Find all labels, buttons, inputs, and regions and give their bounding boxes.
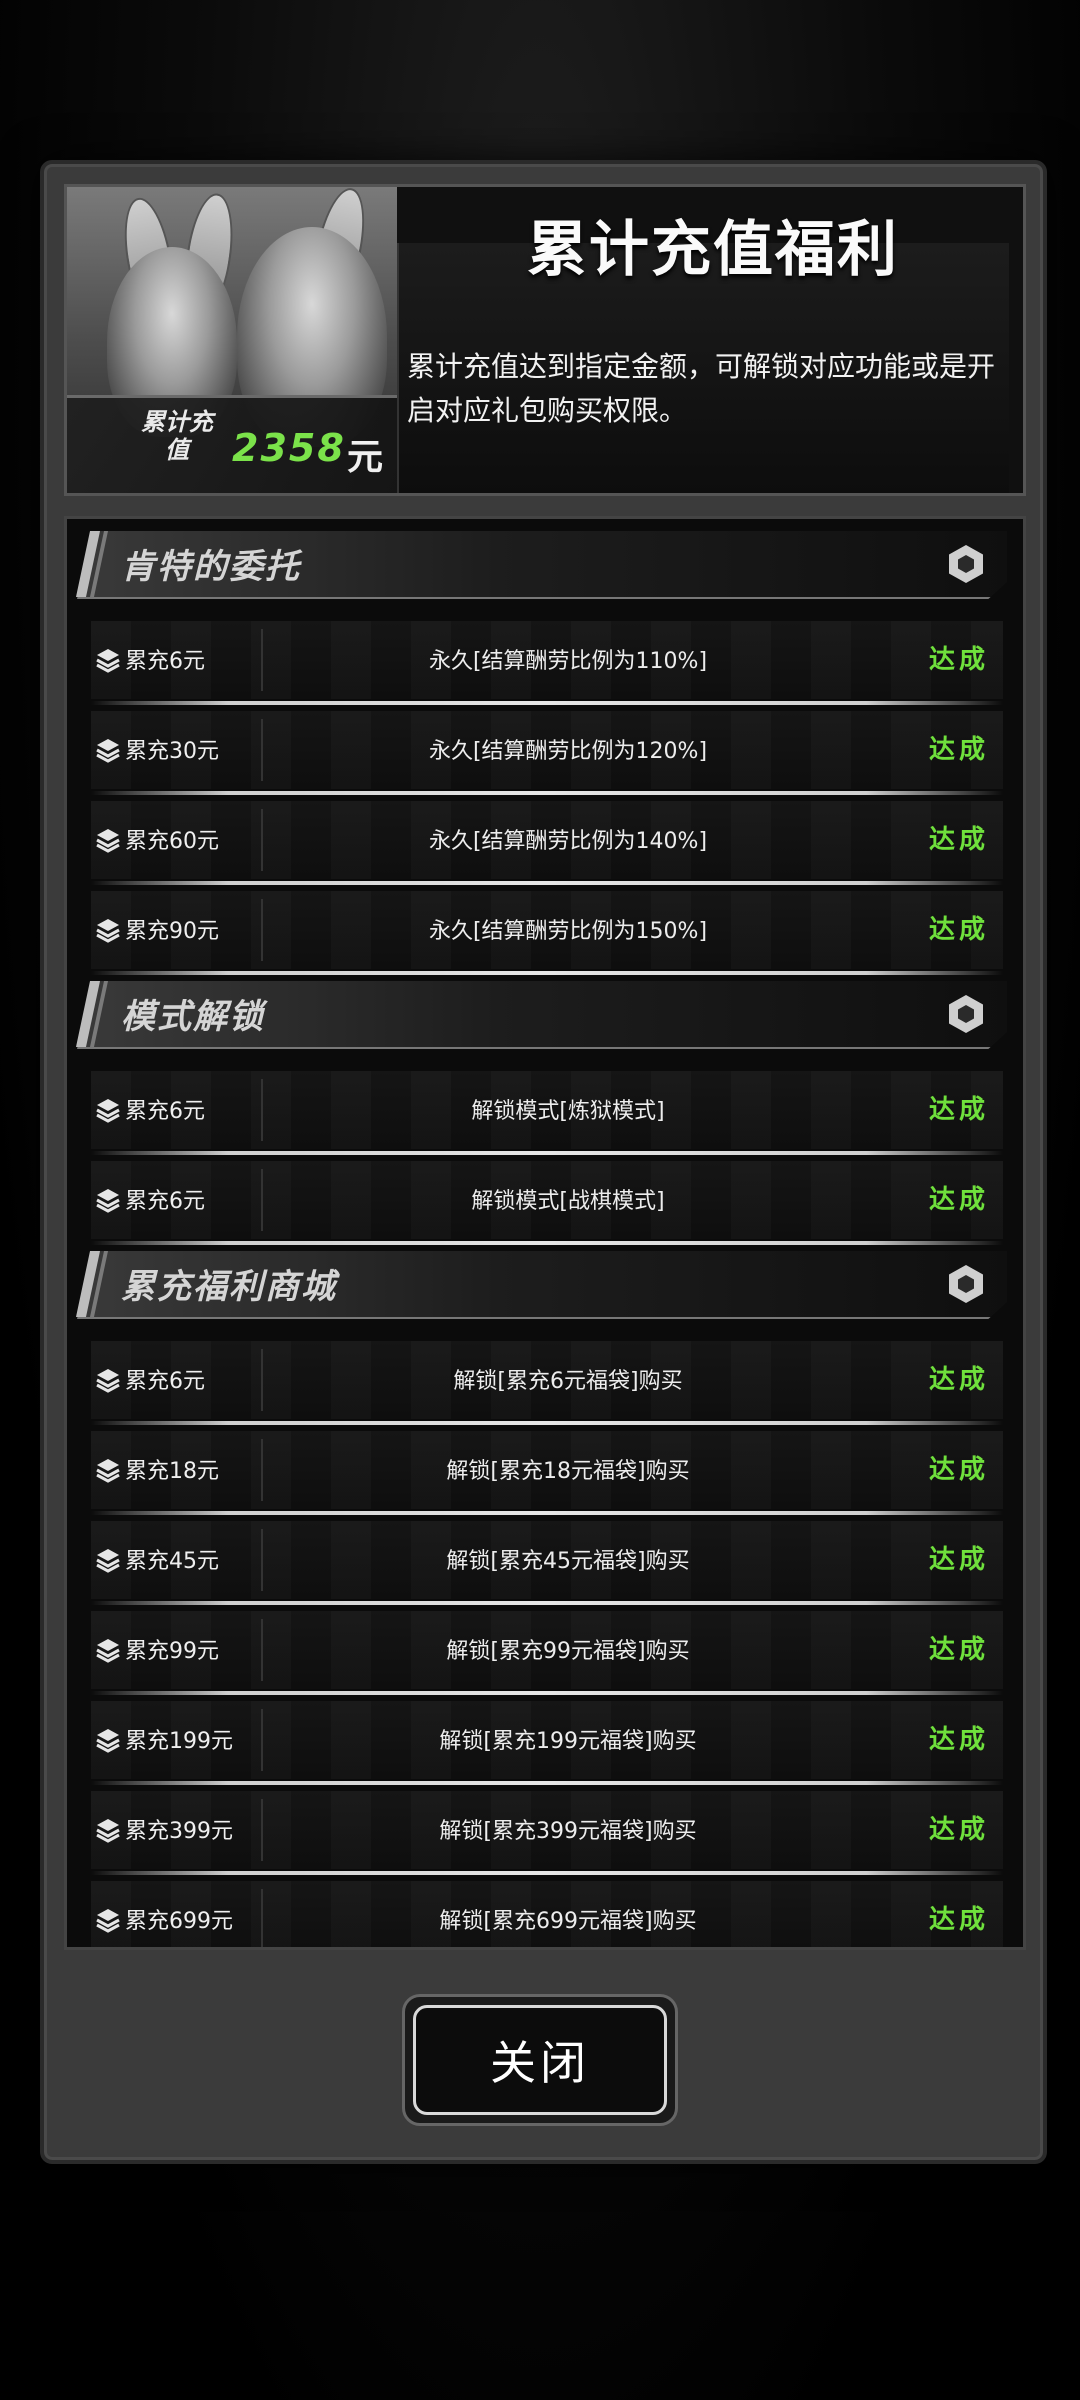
reward-description: 解锁[累充199元福袋]购买: [439, 1729, 697, 1754]
section-title: 累充福利商城: [121, 1267, 337, 1307]
reward-description: 永久[结算酬劳比例为150%]: [428, 919, 708, 944]
total-recharge-value: 2358: [232, 426, 346, 470]
reward-description: 永久[结算酬劳比例为110%]: [428, 649, 708, 674]
reward-description: 解锁[累充399元福袋]购买: [439, 1819, 697, 1844]
status-achieved: 达成: [928, 1455, 989, 1485]
layers-icon: [96, 1819, 120, 1843]
recharge-benefits-dialog: 累计充值 2358 元 累计充值福利 累计充值达到指定金额，可解锁对应功能或是开…: [40, 160, 1047, 2164]
reward-description: 永久[结算酬劳比例为120%]: [428, 739, 708, 764]
dialog-header: 累计充值 2358 元 累计充值福利 累计充值达到指定金额，可解锁对应功能或是开…: [64, 184, 1026, 496]
reward-description: 解锁[累充6元福袋]购买: [453, 1369, 683, 1394]
reward-description: 永久[结算酬劳比例为140%]: [428, 829, 708, 854]
reward-description: 解锁模式[炼狱模式]: [471, 1099, 665, 1124]
reward-description: 解锁[累充18元福袋]购买: [446, 1459, 690, 1484]
total-recharge-box: 累计充值 2358 元: [67, 395, 397, 493]
dialog-description: 累计充值达到指定金额，可解锁对应功能或是开启对应礼包购买权限。: [407, 350, 996, 427]
benefit-row: 累充45元 解锁[累充45元福袋]购买 达成: [91, 1521, 1003, 1605]
status-achieved: 达成: [928, 915, 989, 945]
character-portrait: 累计充值 2358 元: [67, 187, 397, 493]
layers-icon: [96, 1189, 120, 1213]
recharge-amount: 累充399元: [125, 1819, 233, 1844]
status-achieved: 达成: [928, 735, 989, 765]
benefit-row: 累充399元 解锁[累充399元福袋]购买 达成: [91, 1791, 1003, 1875]
layers-icon: [96, 829, 120, 853]
recharge-amount: 累充199元: [125, 1729, 233, 1754]
section-title: 模式解锁: [121, 997, 265, 1037]
total-recharge-unit: 元: [347, 437, 384, 478]
section-header: 模式解锁: [75, 981, 1007, 1049]
recharge-amount: 累充90元: [125, 919, 219, 944]
layers-icon: [96, 1369, 120, 1393]
benefit-row: 累充6元 解锁模式[战棋模式] 达成: [91, 1161, 1003, 1245]
benefits-list[interactable]: 肯特的委托 累充6元 永久[结算酬劳比例为110%] 达成 累充30元 永久[结算酬劳比例…: [64, 516, 1026, 1950]
recharge-amount: 累充60元: [125, 829, 219, 854]
benefit-row: 累充6元 永久[结算酬劳比例为110%] 达成: [91, 621, 1003, 705]
layers-icon: [96, 1639, 120, 1663]
reward-description: 解锁[累充699元福袋]购买: [439, 1909, 697, 1934]
layers-icon: [96, 649, 120, 673]
status-achieved: 达成: [928, 1365, 989, 1395]
benefit-row: 累充699元 解锁[累充699元福袋]购买 达成: [91, 1881, 1003, 1947]
recharge-amount: 累充6元: [125, 1189, 205, 1214]
status-achieved: 达成: [928, 1635, 989, 1665]
layers-icon: [96, 1459, 120, 1483]
status-achieved: 达成: [928, 1815, 989, 1845]
recharge-amount: 累充30元: [125, 739, 219, 764]
status-achieved: 达成: [928, 1905, 989, 1935]
recharge-amount: 累充6元: [125, 1369, 205, 1394]
layers-icon: [96, 1909, 120, 1933]
layers-icon: [96, 739, 120, 763]
close-button[interactable]: 关闭: [413, 2005, 667, 2115]
recharge-amount: 累充45元: [125, 1549, 219, 1574]
reward-description: 解锁[累充99元福袋]购买: [446, 1639, 690, 1664]
benefit-row: 累充6元 解锁[累充6元福袋]购买 达成: [91, 1341, 1003, 1425]
benefit-row: 累充199元 解锁[累充199元福袋]购买 达成: [91, 1701, 1003, 1785]
close-button-frame: 关闭: [402, 1994, 678, 2126]
status-achieved: 达成: [928, 1185, 989, 1215]
status-achieved: 达成: [928, 1725, 989, 1755]
benefit-row: 累充6元 解锁模式[炼狱模式] 达成: [91, 1071, 1003, 1155]
status-achieved: 达成: [928, 1095, 989, 1125]
recharge-amount: 累充699元: [125, 1909, 233, 1934]
layers-icon: [96, 919, 120, 943]
layers-icon: [96, 1729, 120, 1753]
layers-icon: [96, 1099, 120, 1123]
status-achieved: 达成: [928, 825, 989, 855]
benefit-row: 累充60元 永久[结算酬劳比例为140%] 达成: [91, 801, 1003, 885]
benefit-row: 累充18元 解锁[累充18元福袋]购买 达成: [91, 1431, 1003, 1515]
benefit-row: 累充99元 解锁[累充99元福袋]购买 达成: [91, 1611, 1003, 1695]
recharge-amount: 累充6元: [125, 1099, 205, 1124]
status-achieved: 达成: [928, 1545, 989, 1575]
reward-description: 解锁[累充45元福袋]购买: [446, 1549, 690, 1574]
section-header: 肯特的委托: [75, 531, 1007, 599]
recharge-amount: 累充99元: [125, 1639, 219, 1664]
section-title: 肯特的委托: [121, 547, 301, 587]
recharge-amount: 累充18元: [125, 1459, 219, 1484]
layers-icon: [96, 1549, 120, 1573]
section-header: 累充福利商城: [75, 1251, 1007, 1319]
status-achieved: 达成: [928, 645, 989, 675]
total-recharge-label: 累计充值: [141, 408, 213, 464]
benefit-row: 累充90元 永久[结算酬劳比例为150%] 达成: [91, 891, 1003, 975]
dialog-title: 累计充值福利: [527, 215, 899, 285]
recharge-amount: 累充6元: [125, 649, 205, 674]
reward-description: 解锁模式[战棋模式]: [471, 1189, 665, 1214]
benefit-row: 累充30元 永久[结算酬劳比例为120%] 达成: [91, 711, 1003, 795]
